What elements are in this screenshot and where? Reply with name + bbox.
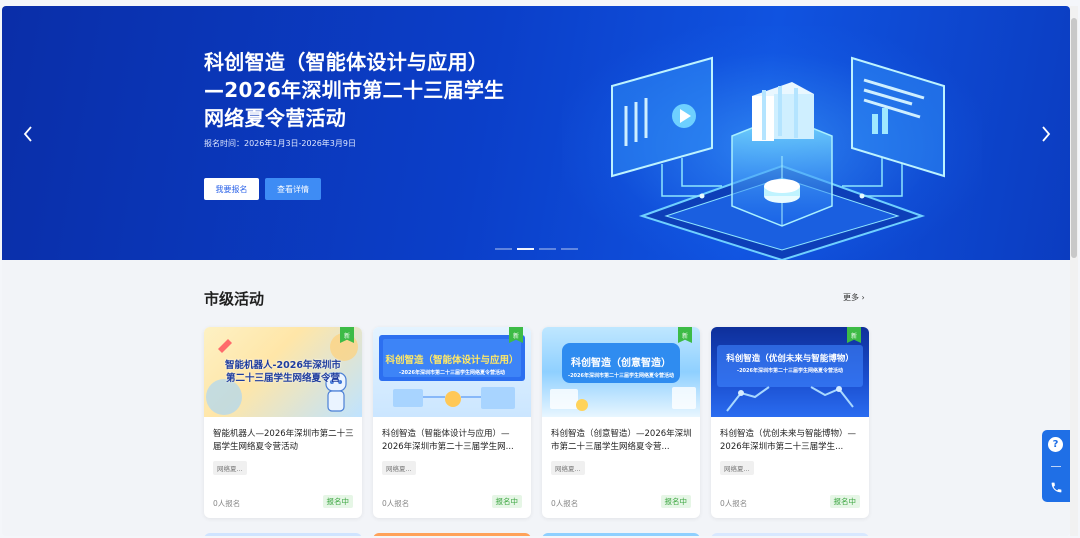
status-badge: 报名中	[322, 495, 353, 508]
status-badge: 报名中	[660, 495, 691, 508]
activity-card-peek	[711, 533, 869, 536]
activity-card-peek	[204, 533, 362, 536]
card-title[interactable]: 科创智造（智能体设计与应用）—2026年深圳市第二十三届学生网...	[382, 428, 524, 454]
chevron-right-icon: ›	[861, 293, 865, 302]
activity-card[interactable]: 智能机器人-2026年深圳市 第二十三届学生网络夏令营 新 智能机器人—2026…	[204, 327, 362, 518]
view-details-button[interactable]: 查看详情	[265, 178, 321, 200]
carousel-dot[interactable]	[539, 248, 556, 250]
chevron-left-icon[interactable]	[18, 122, 38, 146]
page-viewport: 科创智造（智能体设计与应用） —2026年深圳市第二十三届学生 网络夏令营活动 …	[2, 6, 1070, 536]
card-thumbnail: 智能机器人-2026年深圳市 第二十三届学生网络夏令营 新	[204, 327, 362, 417]
card-thumbnail-text-line: 智能机器人-2026年深圳市	[225, 360, 341, 371]
card-thumbnail-text: 科创智造（优创未来与智能博物） -2026年深圳市第二十三届学生网络夏令营活动	[711, 353, 869, 377]
divider	[1051, 466, 1061, 467]
signup-button[interactable]: 我要报名	[204, 178, 259, 200]
card-thumbnail-text-line: 科创智造（创意智造）	[571, 358, 671, 369]
card-thumbnail: 科创智造（智能体设计与应用） -2026年深圳市第二十三届学生网络夏令营活动 新	[373, 327, 531, 417]
carousel-indicators	[495, 248, 578, 250]
card-tag: 网络夏...	[213, 461, 247, 475]
signup-count: 0人报名	[551, 499, 579, 508]
carousel-dot[interactable]	[495, 248, 512, 250]
card-tag: 网络夏...	[382, 461, 416, 475]
card-thumbnail: 科创智造（优创未来与智能博物） -2026年深圳市第二十三届学生网络夏令营活动 …	[711, 327, 869, 417]
status-badge: 报名中	[829, 495, 860, 508]
card-thumbnail-text: 智能机器人-2026年深圳市 第二十三届学生网络夏令营	[204, 359, 362, 385]
card-thumbnail-text: 科创智造（智能体设计与应用） -2026年深圳市第二十三届学生网络夏令营活动	[373, 355, 531, 379]
card-thumbnail-text-line: 科创智造（智能体设计与应用）	[385, 355, 519, 366]
banner-title-line: 科创智造（智能体设计与应用）	[204, 50, 489, 74]
card-thumbnail-text-line: 第二十三届学生网络夏令营	[225, 373, 340, 384]
phone-icon[interactable]	[1048, 479, 1064, 495]
activity-card-peek	[373, 533, 531, 536]
card-thumbnail-text: 科创智造（创意智造） -2026年深圳市第二十三届学生网络夏令营活动	[542, 357, 700, 383]
card-thumbnail-text-line: -2026年深圳市第二十三届学生网络夏令营活动	[568, 373, 674, 379]
card-thumbnail: 科创智造（创意智造） -2026年深圳市第二十三届学生网络夏令营活动 新	[542, 327, 700, 417]
banner-illustration	[611, 56, 945, 260]
signup-count: 0人报名	[720, 499, 748, 508]
banner-title: 科创智造（智能体设计与应用） —2026年深圳市第二十三届学生 网络夏令营活动	[204, 48, 524, 132]
status-badge: 报名中	[491, 495, 522, 508]
question-icon[interactable]: ?	[1048, 437, 1063, 452]
hero-banner[interactable]: 科创智造（智能体设计与应用） —2026年深圳市第二十三届学生 网络夏令营活动 …	[2, 6, 1070, 260]
card-tag: 网络夏...	[720, 461, 754, 475]
signup-count: 0人报名	[382, 499, 410, 508]
signup-count: 0人报名	[213, 499, 241, 508]
card-thumbnail-text-line: 科创智造（优创未来与智能博物）	[726, 354, 854, 364]
floating-contact-bar: ?	[1042, 430, 1070, 502]
banner-title-line: —2026年深圳市第二十三届学生	[204, 78, 505, 102]
card-thumbnail-text-line: -2026年深圳市第二十三届学生网络夏令营活动	[737, 368, 843, 374]
section-title: 市级活动	[204, 290, 265, 308]
activity-card[interactable]: 科创智造（创意智造） -2026年深圳市第二十三届学生网络夏令营活动 新 科创智…	[542, 327, 700, 518]
card-title[interactable]: 科创智造（创意智造）—2026年深圳市第二十三届学生网络夏令营...	[551, 428, 693, 454]
carousel-dot[interactable]	[561, 248, 578, 250]
more-link-label: 更多	[843, 293, 859, 302]
card-tag: 网络夏...	[551, 461, 585, 475]
chevron-right-icon[interactable]	[1036, 122, 1056, 146]
activity-card[interactable]: 科创智造（优创未来与智能博物） -2026年深圳市第二十三届学生网络夏令营活动 …	[711, 327, 869, 518]
activity-card-peek	[542, 533, 700, 536]
activity-card-list: 智能机器人-2026年深圳市 第二十三届学生网络夏令营 新 智能机器人—2026…	[204, 327, 869, 518]
more-link[interactable]: 更多 ›	[843, 292, 865, 303]
scrollbar[interactable]	[1070, 6, 1078, 536]
card-title[interactable]: 智能机器人—2026年深圳市第二十三届学生网络夏令营活动	[213, 428, 355, 454]
card-title[interactable]: 科创智造（优创未来与智能博物）—2026年深圳市第二十三届学生...	[720, 428, 862, 454]
banner-title-line: 网络夏令营活动	[204, 106, 347, 130]
carousel-dot-active[interactable]	[517, 248, 534, 250]
activity-card[interactable]: 科创智造（智能体设计与应用） -2026年深圳市第二十三届学生网络夏令营活动 新…	[373, 327, 531, 518]
card-thumbnail-text-line: -2026年深圳市第二十三届学生网络夏令营活动	[399, 370, 505, 376]
scrollbar-thumb[interactable]	[1071, 18, 1077, 258]
banner-signup-date: 报名时间：2026年1月3日-2026年3月9日	[204, 139, 356, 148]
